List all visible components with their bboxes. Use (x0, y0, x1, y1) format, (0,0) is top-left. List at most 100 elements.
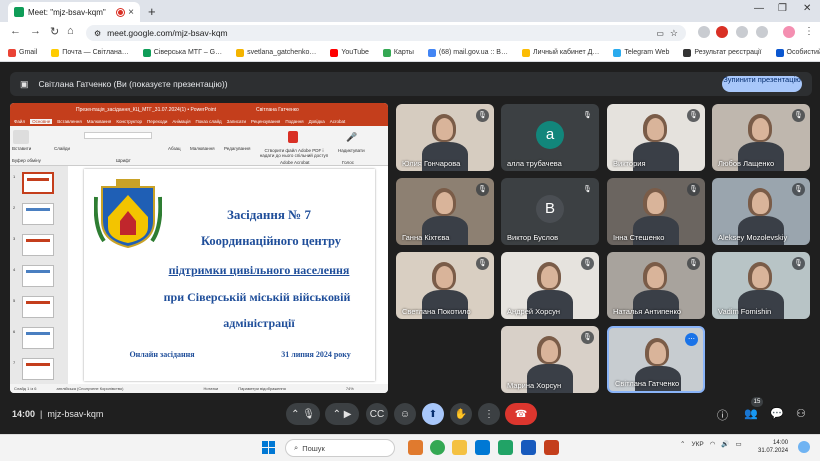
file-explorer-icon[interactable] (452, 440, 467, 455)
ribbon-tab[interactable]: Малювання (87, 119, 112, 124)
slide-thumbnail[interactable] (22, 265, 54, 287)
outlook-icon[interactable] (475, 440, 490, 455)
bookmark-item[interactable]: Почта — Світлана… (51, 48, 129, 57)
word-icon[interactable] (521, 440, 536, 455)
bookmark-item[interactable]: Telegram Web (613, 48, 669, 57)
slide-thumbnail[interactable] (22, 203, 54, 225)
participant-tile[interactable]: 🎙 Любов Лащенко (712, 104, 810, 171)
participant-tile[interactable]: 🎙 Юлия Гончарова (396, 104, 494, 171)
ribbon-tab[interactable]: Подання (285, 119, 303, 124)
downloads-icon[interactable] (756, 26, 768, 38)
close-window-icon[interactable]: ✕ (803, 3, 811, 14)
bookmark-star-icon[interactable]: ☆ (670, 28, 678, 39)
language-status[interactable]: англійська (Сполучене Королівство) (57, 386, 124, 391)
ribbon-tab[interactable]: Довідка (309, 119, 325, 124)
back-icon[interactable]: ← (10, 25, 21, 37)
participant-tile[interactable]: 🎙 Інна Стешенко (607, 178, 705, 245)
home-icon[interactable]: ⌂ (67, 25, 74, 37)
taskbar-search[interactable]: ⌕ Пошук (285, 439, 395, 457)
mic-toggle-button[interactable]: ⌃ 🎙 (286, 403, 320, 425)
taskbar-clock[interactable]: 14:00 31.07.2024 (758, 439, 788, 455)
ribbon-tab[interactable]: Рецензування (251, 119, 280, 124)
reactions-button[interactable]: ☺ (394, 403, 416, 425)
participant-tile[interactable]: а 🎙 алла трубачева (501, 104, 599, 171)
ribbon-tab[interactable]: Переходи (147, 119, 167, 124)
paste-icon[interactable] (13, 130, 29, 144)
display-settings-button[interactable]: Параметри відображення (238, 386, 286, 391)
leave-call-button[interactable]: ☎ (505, 403, 537, 425)
participant-tile[interactable]: 🎙 Ганна Кіхтєва (396, 178, 494, 245)
forward-icon[interactable]: → (30, 25, 41, 37)
ribbon-tab[interactable]: Вставлення (57, 119, 82, 124)
windows-start-icon[interactable] (262, 441, 275, 454)
ribbon-tab[interactable]: Записати (227, 119, 246, 124)
slide-thumbnail[interactable] (22, 358, 54, 380)
stop-presenting-button[interactable]: Зупинити презентацію (722, 76, 802, 92)
battery-icon[interactable]: ▭ (735, 440, 741, 448)
raise-hand-button[interactable]: ✋ (450, 403, 472, 425)
taskbar-app-icon[interactable] (408, 440, 423, 455)
bookmark-item[interactable]: svetlana_gatchenko… (236, 48, 316, 57)
paragraph-button[interactable]: Абзац (168, 146, 181, 151)
meeting-info-icon[interactable]: ⓘ (717, 407, 728, 423)
chat-icon[interactable]: 💬 (770, 407, 784, 420)
bookmark-item[interactable]: Карты (382, 48, 414, 57)
adblock-icon[interactable] (716, 26, 728, 38)
reload-icon[interactable]: ↻ (50, 25, 59, 38)
ribbon-tab[interactable]: Анімація (172, 119, 190, 124)
close-tab-icon[interactable]: × (128, 7, 134, 18)
bookmark-item[interactable]: Сіверська МТГ – G… (142, 48, 222, 57)
notifications-icon[interactable] (798, 441, 810, 453)
more-options-button[interactable]: ⋮ (478, 403, 500, 425)
activities-icon[interactable]: ⚇ (796, 407, 806, 420)
cast-icon[interactable]: ▭ (656, 29, 664, 38)
excel-icon[interactable] (498, 440, 513, 455)
participant-tile[interactable]: 🎙 Виктория (607, 104, 705, 171)
participant-tile[interactable]: 🎙 Марина Хорсун (501, 326, 599, 393)
extensions-puzzle-icon[interactable] (736, 26, 748, 38)
bookmark-item[interactable]: Особистий кабінет (775, 48, 820, 57)
bookmark-item[interactable]: Результат реєстрації (683, 48, 762, 57)
participant-tile[interactable]: В 🎙 Виктор Буслов (501, 178, 599, 245)
camera-toggle-button[interactable]: ⌃ ▶ (325, 403, 359, 425)
notes-button[interactable]: Нотатки (203, 386, 218, 391)
create-pdf-button[interactable]: Створити файл Adobe PDF і надати до ньог… (258, 148, 330, 158)
tray-chevron-icon[interactable]: ⌃ (680, 440, 685, 448)
new-tab-button[interactable]: + (148, 4, 156, 19)
menu-dots-icon[interactable]: ⋮ (804, 26, 814, 37)
present-now-button[interactable]: ⬆ (422, 403, 444, 425)
editing-button[interactable]: Редагування (224, 146, 250, 151)
slide-thumbnail[interactable] (22, 296, 54, 318)
participant-tile[interactable]: 🎙 Vadim Fomishin (712, 252, 810, 319)
bookmark-item[interactable]: Личный кабинет Д… (521, 48, 599, 57)
keyboard-language[interactable]: УКР (691, 441, 703, 448)
zoom-level[interactable]: 74% (346, 386, 354, 391)
bookmark-item[interactable]: YouTube (330, 48, 369, 57)
drawing-button[interactable]: Малювання (190, 146, 215, 151)
participant-tile[interactable]: 🎙 Светлана Покотило (396, 252, 494, 319)
slide-thumbnail[interactable] (22, 172, 54, 194)
bookmark-item[interactable]: Gmail (8, 48, 37, 57)
minimize-icon[interactable]: — (754, 3, 764, 14)
profile-avatar[interactable] (783, 26, 795, 38)
site-info-icon[interactable]: ⚙ (94, 29, 101, 38)
paste-button[interactable]: Вставити (12, 146, 31, 151)
ribbon-tab[interactable]: Конструктор (116, 119, 142, 124)
tile-options-icon[interactable]: ⋯ (685, 333, 698, 346)
participant-tile[interactable]: 🎙 Андрей Хорсун (501, 252, 599, 319)
address-bar[interactable]: ⚙ meet.google.com/mjz-bsav-kqm ▭ ☆ (86, 25, 686, 41)
dictate-button[interactable]: Надиктувати (338, 148, 365, 153)
ribbon-tab[interactable]: Основне (30, 119, 53, 124)
maximize-icon[interactable]: ❐ (778, 3, 787, 14)
bookmark-item[interactable]: (68) mail.gov.ua :: B… (427, 48, 508, 57)
font-name-select[interactable] (84, 132, 152, 139)
powerpoint-icon[interactable] (544, 440, 559, 455)
browser-tab[interactable]: Meet: "mjz-bsav-kqm" × (8, 2, 140, 22)
participant-tile[interactable]: ⋯ Світлана Гатченко (607, 326, 705, 393)
wifi-icon[interactable]: ◠ (710, 440, 716, 448)
participant-tile[interactable]: 🎙 Наталья Антипенко (607, 252, 705, 319)
captions-button[interactable]: CC (366, 403, 388, 425)
participant-tile[interactable]: 🎙 Aleksey Mozolevskiy (712, 178, 810, 245)
ribbon-tab[interactable]: Показ слайд (196, 119, 222, 124)
extension-icon[interactable] (698, 26, 710, 38)
